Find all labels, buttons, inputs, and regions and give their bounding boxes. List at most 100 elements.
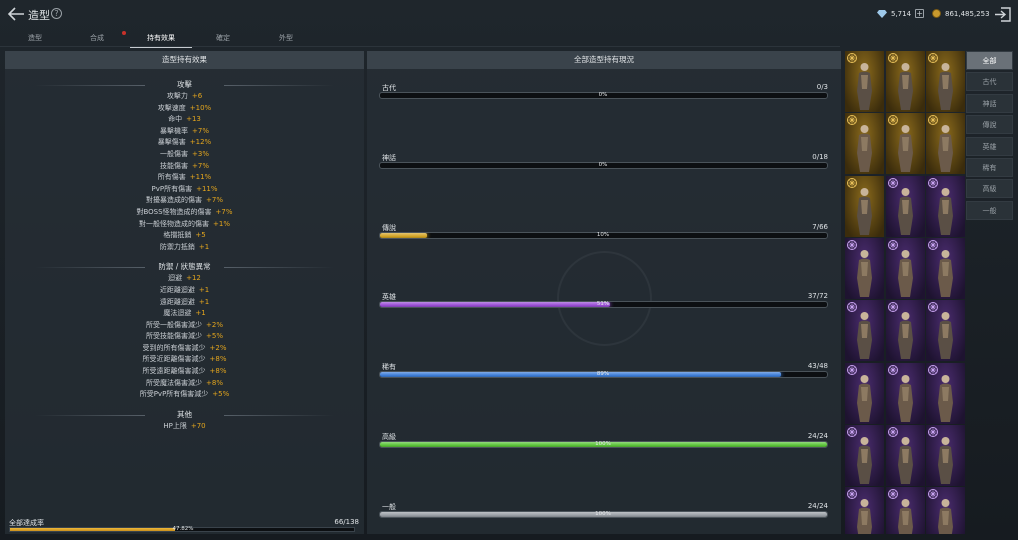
rarity-count: 24/24 xyxy=(807,501,828,510)
rarity-count: 37/72 xyxy=(807,292,828,301)
costume-card[interactable] xyxy=(885,237,925,299)
stat-label: 技能傷害 xyxy=(160,161,188,170)
costume-card[interactable] xyxy=(885,424,925,486)
costume-card[interactable] xyxy=(885,113,925,175)
stat-value: +8% xyxy=(209,355,227,364)
total-completion-count: 66/138 xyxy=(334,518,359,526)
filter-7[interactable]: 一般 xyxy=(966,200,1013,220)
costume-card[interactable] xyxy=(885,362,925,424)
costume-card[interactable] xyxy=(885,487,925,534)
owned-emblem-icon xyxy=(928,239,938,250)
stat-row: 受到的所有傷害減少 +2% xyxy=(5,343,364,355)
costume-card[interactable] xyxy=(926,51,965,112)
stat-value: +12% xyxy=(189,138,212,147)
filter-5[interactable]: 稀有 xyxy=(966,158,1013,177)
section-title: 防禦 / 狀態異常 xyxy=(5,261,364,273)
stat-label: 一般傷害 xyxy=(160,149,188,158)
stat-value: +7% xyxy=(215,207,233,216)
stat-value: +7% xyxy=(192,161,209,170)
character-portrait xyxy=(938,187,953,235)
tab-costume[interactable]: 造型 xyxy=(5,33,65,43)
costume-card[interactable] xyxy=(926,175,965,237)
rarity-row: 英雄 37/72 51% xyxy=(378,292,828,316)
costume-card[interactable] xyxy=(845,424,884,486)
costume-card[interactable] xyxy=(926,362,965,424)
character-portrait xyxy=(938,499,953,534)
stat-label: 所受技能傷害減少 xyxy=(146,332,202,341)
stat-row: 所受近距離傷害減少 +8% xyxy=(5,354,364,366)
add-gems-button[interactable]: + xyxy=(915,9,925,18)
costume-card[interactable] xyxy=(845,300,884,362)
filter-0[interactable]: 全部 xyxy=(966,51,1013,70)
filter-4[interactable]: 英雄 xyxy=(966,136,1013,156)
stat-value: +7% xyxy=(206,196,223,205)
owned-emblem-icon xyxy=(887,115,898,126)
character-portrait xyxy=(938,312,953,360)
stat-label: 近距離迴避 xyxy=(159,285,195,294)
stat-row: 所受PvP所有傷害減少 +5% xyxy=(5,389,364,401)
total-completion-bar: 47.82% xyxy=(9,526,355,532)
stat-value: +12 xyxy=(186,274,201,283)
costume-card[interactable] xyxy=(926,424,965,486)
filter-1[interactable]: 古代 xyxy=(966,72,1013,92)
character-portrait xyxy=(897,436,913,484)
costume-card[interactable] xyxy=(885,175,925,237)
collection-status-panel: 全部造型持有現況 古代 0/3 0% 神話 0/18 0% 傳說 7/66 10% 英雄 37/72… xyxy=(367,51,841,534)
costume-card[interactable] xyxy=(845,237,884,299)
status-panel-header: 全部造型持有現況 xyxy=(367,51,841,69)
owned-emblem-icon xyxy=(887,177,898,188)
stat-label: HP上限 xyxy=(163,421,187,430)
effects-panel-header: 造型持有效果 xyxy=(5,51,364,69)
stat-row: 技能傷害 +7% xyxy=(5,161,364,173)
costume-card[interactable] xyxy=(845,113,884,175)
costume-card[interactable] xyxy=(926,300,965,362)
costume-card[interactable] xyxy=(885,51,925,112)
stat-value: +1 xyxy=(195,309,206,318)
character-portrait xyxy=(938,436,953,484)
exit-icon[interactable] xyxy=(994,7,1011,22)
costume-card[interactable] xyxy=(926,113,965,175)
stat-value: +13 xyxy=(186,115,201,124)
rarity-percent: 89% xyxy=(596,371,610,378)
back-arrow-icon[interactable] xyxy=(7,6,25,22)
stat-row: 攻擊速度 +10% xyxy=(5,103,364,115)
stat-value: +2% xyxy=(206,320,223,329)
stat-value: +5% xyxy=(206,332,223,341)
total-completion-percent: 47.82% xyxy=(172,526,194,532)
filter-6[interactable]: 高級 xyxy=(966,179,1013,199)
app-window: { "header":{"title":"造型","gems":"5,714",… xyxy=(0,0,1018,540)
tab-appearance[interactable]: 外型 xyxy=(256,33,316,43)
stat-row: 魔法迴避 +1 xyxy=(5,308,364,320)
stat-row: 攻擊力 +6 xyxy=(5,91,364,103)
costume-card[interactable] xyxy=(885,300,925,362)
section-title: 攻擊 xyxy=(5,79,364,91)
filter-2[interactable]: 神話 xyxy=(966,93,1013,113)
costume-card[interactable] xyxy=(845,487,884,534)
stat-value: +1 xyxy=(198,285,210,294)
stat-value: +1% xyxy=(213,219,230,228)
tab-synthesis[interactable]: 合成 xyxy=(67,33,127,43)
costume-card[interactable] xyxy=(926,237,965,299)
costume-card[interactable] xyxy=(845,362,884,424)
help-icon[interactable]: ? xyxy=(51,8,62,19)
rarity-count: 7/66 xyxy=(812,222,828,231)
stat-label: 迴避 xyxy=(168,274,183,283)
stat-row: 近距離迴避 +1 xyxy=(5,285,364,297)
section-title: 其他 xyxy=(5,409,364,421)
filter-3[interactable]: 傳說 xyxy=(966,115,1013,135)
tab-owned-effects[interactable]: 持有效果 xyxy=(131,33,191,43)
stat-row: 所受遠距離傷害減少 +8% xyxy=(5,366,364,378)
rarity-count: 0/3 xyxy=(816,83,828,91)
costume-card[interactable] xyxy=(845,51,884,112)
character-portrait xyxy=(938,374,953,422)
owned-emblem-icon xyxy=(928,115,938,126)
stat-row: 遠距離迴避 +1 xyxy=(5,297,364,309)
stat-row: 對一般怪物造成的傷害 +1% xyxy=(5,219,364,231)
costume-card[interactable] xyxy=(926,487,965,534)
tab-confirm[interactable]: 確定 xyxy=(193,33,253,43)
costume-card[interactable] xyxy=(845,175,884,237)
owned-emblem-icon xyxy=(847,53,857,63)
effects-list: 攻擊 攻擊力 +6 攻擊速度 +10% 命中 +13 暴擊機率 +7% 暴擊傷害 +12% 一般傷害 +… xyxy=(5,77,364,432)
character-portrait xyxy=(938,125,953,173)
diamond-icon xyxy=(877,9,887,18)
